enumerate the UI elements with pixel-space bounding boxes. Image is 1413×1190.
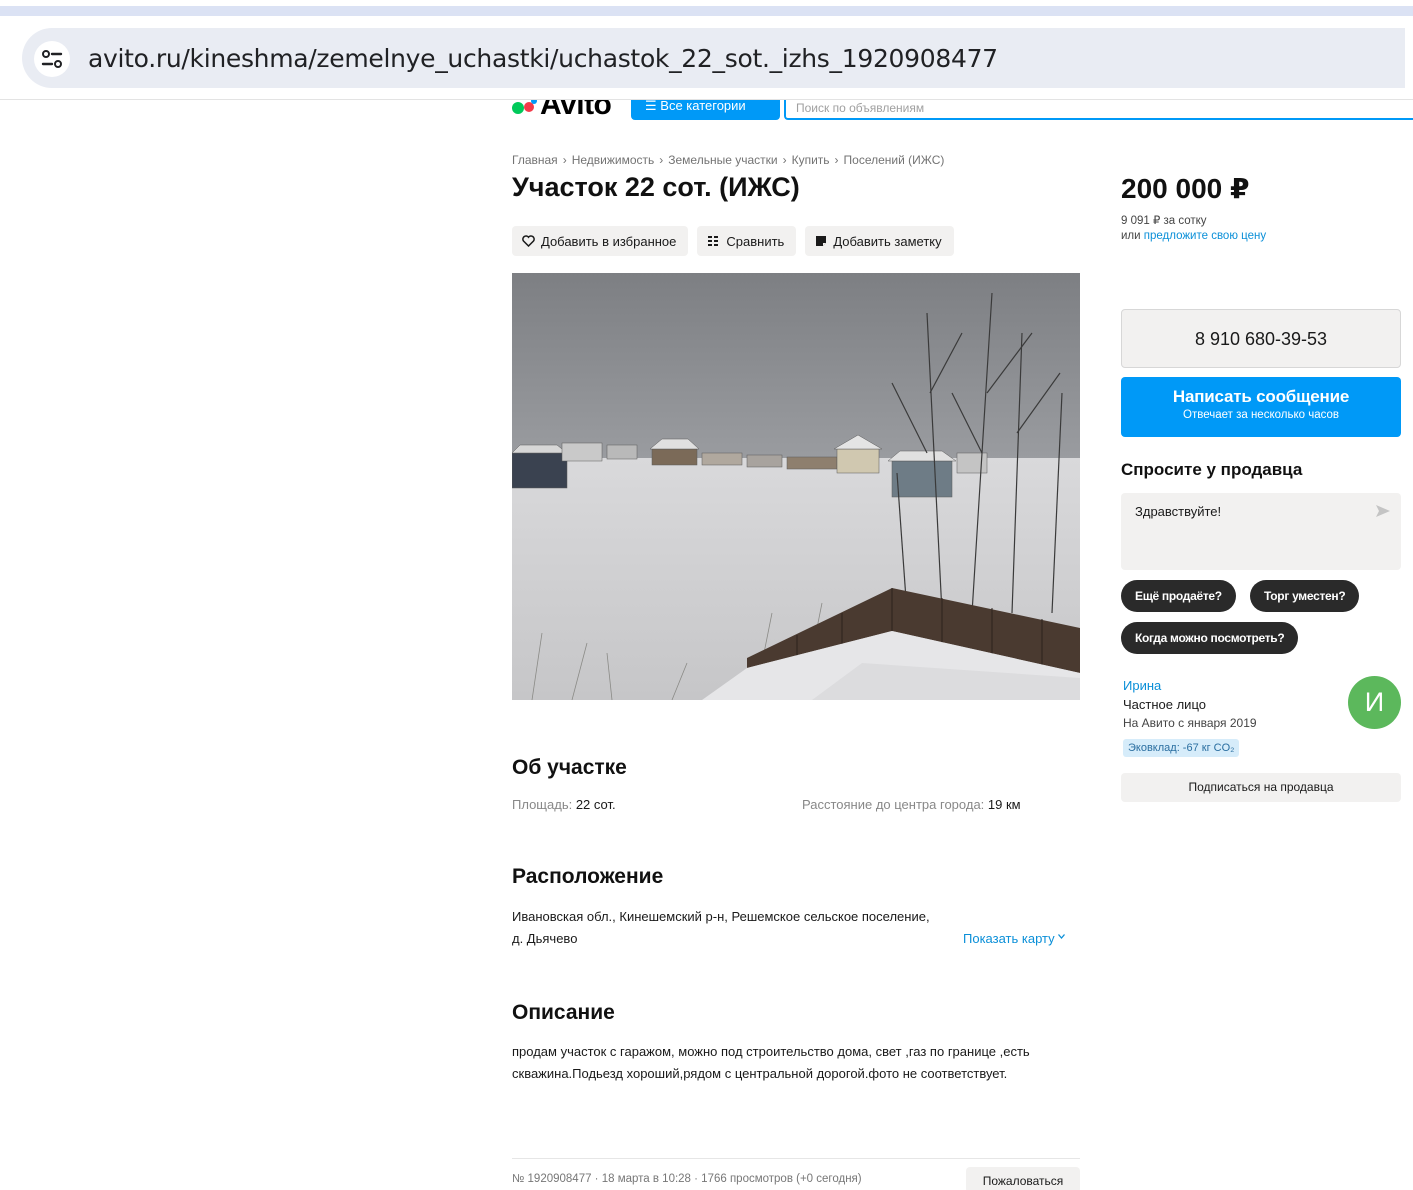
browser-tab-strip [0, 6, 1413, 16]
breadcrumb-chevron-icon: › [562, 153, 567, 167]
listing-actions: Добавить в избранное Сравнить Добавить з… [512, 226, 954, 256]
divider [512, 1158, 1080, 1159]
show-map-link[interactable]: Показать карту [963, 931, 1066, 946]
add-note-label: Добавить заметку [833, 233, 942, 249]
avito-logo[interactable]: Avito [512, 100, 612, 122]
logo-text: Avito [540, 100, 612, 121]
breadcrumb-item[interactable]: Купить [792, 153, 830, 167]
offer-price: или предложите свою цену [1121, 230, 1266, 242]
avatar[interactable]: И [1348, 676, 1401, 729]
offer-prefix: или [1121, 230, 1141, 242]
send-icon[interactable] [1375, 503, 1391, 524]
price: 200 000 ₽ [1121, 173, 1250, 204]
page-title: Участок 22 сот. (ИЖС) [512, 172, 800, 202]
description-heading: Описание [512, 1001, 615, 1024]
note-icon [816, 236, 827, 246]
distance-param: Расстояние до центра города: 19 км [802, 797, 1021, 812]
breadcrumb-chevron-icon: › [782, 153, 787, 167]
seller-type: Частное лицо [1123, 697, 1206, 712]
breadcrumb: Главная › Недвижимость › Земельные участки › К… [512, 153, 944, 167]
breadcrumb-item[interactable]: Главная [512, 153, 558, 167]
subscribe-seller-button[interactable]: Подписаться на продавца [1121, 773, 1401, 802]
offer-price-link[interactable]: предложите свою цену [1144, 230, 1266, 242]
ask-seller-input[interactable]: Здравствуйте! [1121, 493, 1401, 570]
ask-seller-heading: Спросите у продавца [1121, 460, 1303, 479]
compare-icon [708, 236, 719, 246]
chevron-down-icon [1058, 934, 1066, 939]
write-message-label: Написать сообщение [1172, 387, 1350, 406]
response-time-label: Отвечает за несколько часов [1183, 409, 1339, 421]
show-map-label: Показать карту [963, 931, 1055, 946]
listing-meta: № 1920908477 · 18 марта в 10:28 · 1766 п… [512, 1173, 862, 1185]
quick-question-chip[interactable]: Когда можно посмотреть? [1121, 622, 1299, 654]
address-text: Ивановская обл., Кинешемский р-н, Решемс… [512, 909, 930, 946]
breadcrumb-item[interactable]: Поселений (ИЖС) [844, 153, 945, 167]
write-message-button[interactable]: Написать сообщение Отвечает за несколько… [1121, 377, 1401, 437]
about-heading: Об участке [512, 756, 627, 779]
add-favorite-button[interactable]: Добавить в избранное [512, 226, 689, 256]
quick-question-chip[interactable]: Торг уместен? [1250, 580, 1360, 612]
add-note-button[interactable]: Добавить заметку [805, 226, 954, 256]
show-phone-button[interactable]: 8 910 680-39-53 [1121, 309, 1401, 368]
report-button[interactable]: Пожаловаться [966, 1167, 1080, 1190]
seller-name-link[interactable]: Ирина [1123, 678, 1161, 693]
all-categories-label: Все категории [660, 100, 746, 113]
compare-label: Сравнить [726, 233, 785, 249]
listing-photo[interactable] [512, 273, 1080, 700]
all-categories-button[interactable]: ☰ Все категории [631, 100, 780, 120]
distance-label: Расстояние до центра города: [802, 797, 985, 812]
area-value: 22 сот. [575, 797, 616, 812]
eco-badge[interactable]: Эковклад: -67 кг CO₂ [1123, 739, 1240, 757]
quick-question-chip[interactable]: Ещё продаёте? [1121, 580, 1236, 612]
distance-value: 19 км [987, 797, 1021, 812]
compare-button[interactable]: Сравнить [697, 226, 797, 256]
area-label: Площадь: [512, 797, 573, 812]
seller-since: На Авито с января 2019 [1123, 716, 1257, 730]
description-text: продам участок с гаражом, можно под стро… [512, 1044, 1030, 1081]
categories-icon: ☰ [645, 100, 661, 113]
search-input[interactable]: Поиск по объявлениям [784, 100, 1413, 120]
price-per-unit: 9 091 ₽ за сотку [1121, 215, 1207, 227]
breadcrumb-chevron-icon: › [659, 153, 664, 167]
site-header: Avito ☰ Все категории Поиск по объявлени… [0, 100, 1413, 122]
breadcrumb-item[interactable]: Недвижимость [572, 153, 655, 167]
breadcrumb-chevron-icon: › [834, 153, 839, 167]
url-text[interactable]: avito.ru/kineshma/zemelnye_uchastki/ucha… [88, 44, 998, 73]
site-settings-icon[interactable] [34, 41, 70, 77]
location-heading: Расположение [512, 865, 664, 888]
breadcrumb-item[interactable]: Земельные участки [668, 153, 777, 167]
area-param: Площадь: 22 сот. [512, 797, 616, 812]
add-favorite-label: Добавить в избранное [541, 233, 677, 249]
heart-icon [522, 235, 535, 247]
